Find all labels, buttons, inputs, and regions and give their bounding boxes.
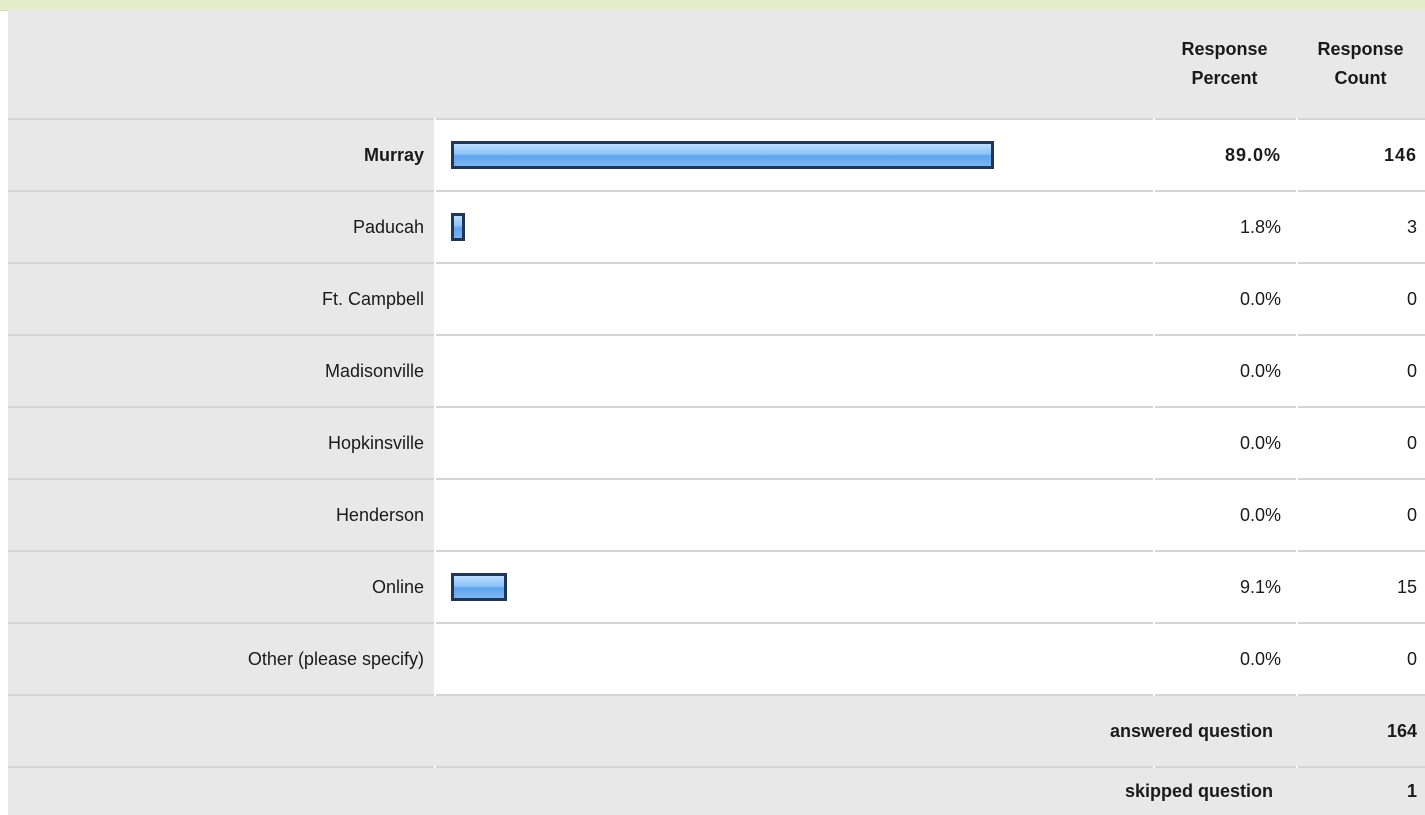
response-count: 0	[1406, 504, 1417, 525]
answer-label-cell: Hopkinsville	[8, 408, 434, 478]
bar-area	[451, 624, 1061, 694]
skipped-question-row: skipped question 1	[8, 768, 1425, 815]
answer-label: Madisonville	[324, 360, 424, 381]
table-row: Madisonville 0.0% 0	[8, 336, 1425, 406]
response-count: 15	[1396, 576, 1417, 597]
response-percent: 89.0%	[1224, 144, 1281, 165]
table-row: Hopkinsville 0.0% 0	[8, 408, 1425, 478]
table-row: Ft. Campbell 0.0% 0	[8, 264, 1425, 334]
table-row: Henderson 0.0% 0	[8, 480, 1425, 550]
answer-label: Hopkinsville	[327, 432, 424, 453]
answer-label: Murray	[363, 144, 424, 165]
skipped-question-count: 1	[1406, 781, 1417, 801]
answer-label-cell: Online	[8, 552, 434, 622]
answer-label-cell: Madisonville	[8, 336, 434, 406]
answer-label-cell: Paducah	[8, 192, 434, 262]
bar-area	[451, 192, 1061, 262]
response-count: 0	[1406, 288, 1417, 309]
response-percent: 0.0%	[1239, 360, 1281, 381]
response-percent: 0.0%	[1239, 288, 1281, 309]
table-row: Paducah 1.8% 3	[8, 192, 1425, 262]
response-count: 0	[1406, 648, 1417, 669]
answered-question-count: 164	[1386, 720, 1417, 741]
response-bar	[451, 213, 465, 241]
response-count-header: Response Count	[1317, 39, 1404, 88]
response-percent: 9.1%	[1239, 576, 1281, 597]
bar-area	[451, 264, 1061, 334]
bar-area	[451, 480, 1061, 550]
table-row: Murray 89.0% 146	[8, 120, 1425, 190]
response-count: 146	[1383, 144, 1417, 165]
answer-label-cell: Murray	[8, 120, 434, 190]
bar-area	[451, 336, 1061, 406]
answer-label: Ft. Campbell	[321, 288, 424, 309]
response-percent: 0.0%	[1239, 432, 1281, 453]
bar-area	[451, 120, 1061, 190]
answer-label: Henderson	[335, 504, 424, 525]
table-header: Response Percent Response Count	[8, 10, 1425, 118]
response-bar	[451, 573, 507, 601]
response-percent: 0.0%	[1239, 648, 1281, 669]
answer-label: Paducah	[352, 216, 424, 237]
bar-area	[451, 552, 1061, 622]
bar-area	[451, 408, 1061, 478]
response-count: 0	[1406, 432, 1417, 453]
response-bar	[451, 141, 994, 169]
answer-label: Online	[371, 576, 424, 597]
response-count: 3	[1406, 216, 1417, 237]
response-percent-header: Response Percent	[1181, 39, 1268, 88]
answer-label: Other (please specify)	[247, 648, 424, 669]
answer-label-cell: Henderson	[8, 480, 434, 550]
answered-question-label: answered question	[1109, 720, 1273, 741]
answer-label-cell: Ft. Campbell	[8, 264, 434, 334]
answered-question-row: answered question 164	[8, 696, 1425, 766]
response-percent: 0.0%	[1239, 504, 1281, 525]
response-count: 0	[1406, 360, 1417, 381]
response-percent: 1.8%	[1239, 216, 1281, 237]
table-row: Other (please specify) 0.0% 0	[8, 624, 1425, 694]
table-row: Online 9.1% 15	[8, 552, 1425, 622]
answer-label-cell: Other (please specify)	[8, 624, 434, 694]
skipped-question-label: skipped question	[1124, 781, 1273, 801]
